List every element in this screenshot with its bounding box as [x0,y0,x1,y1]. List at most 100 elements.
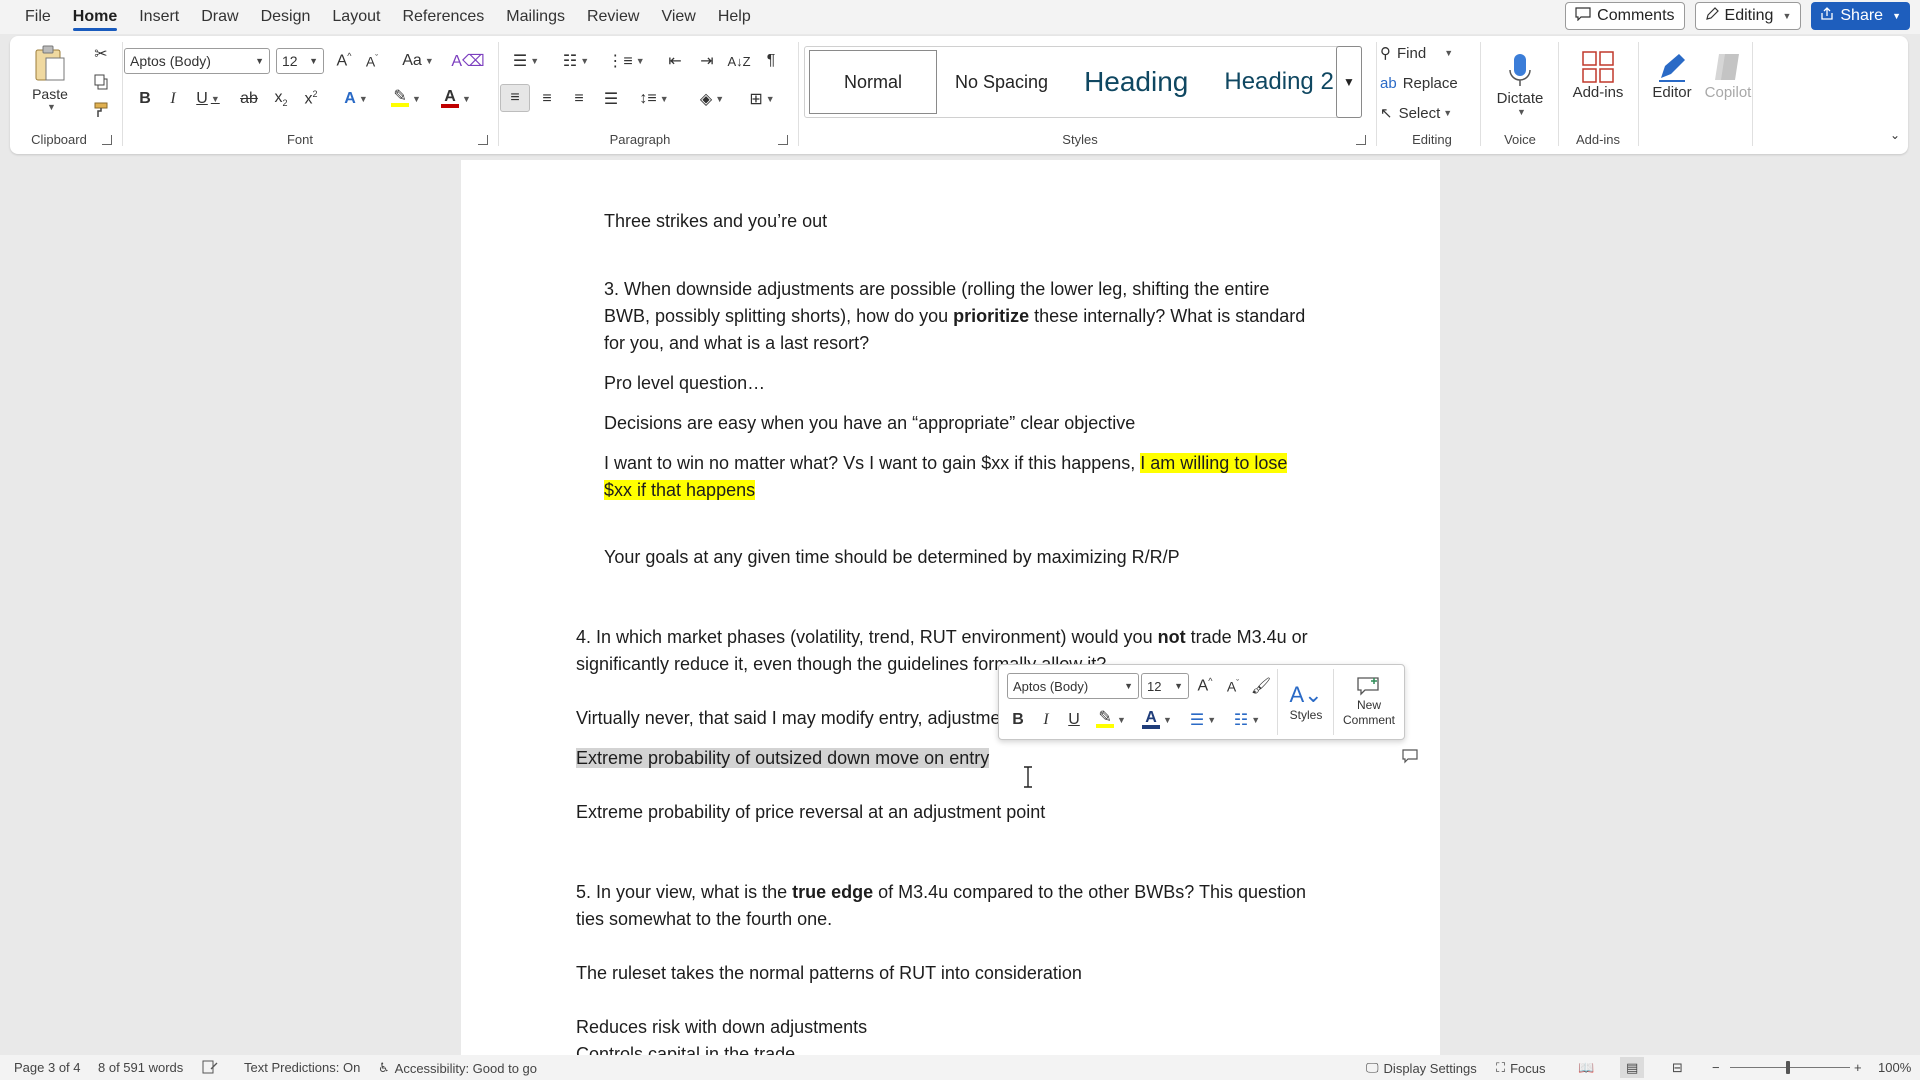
dictate-button[interactable]: Dictate ▼ [1490,40,1550,128]
align-right-button[interactable]: ≡ [566,86,592,112]
decrease-indent-button[interactable]: ⇤ [662,48,688,74]
print-layout-button[interactable]: ▤ [1620,1057,1645,1078]
subscript-button[interactable]: x2 [268,86,294,112]
mini-italic-button[interactable]: I [1035,707,1057,733]
multilevel-list-button[interactable]: ⋮≡ ▼ [604,48,648,74]
paragraph[interactable]: Controls capital in the trade [576,1041,795,1055]
paragraph[interactable]: Your goals at any given time should be d… [604,544,1180,571]
mini-format-painter-button[interactable]: 🖌 [1249,673,1273,699]
find-button[interactable]: ⚲ Find ▼ [1380,40,1472,66]
show-formatting-button[interactable]: ¶ [758,48,784,74]
align-center-button[interactable]: ≡ [534,86,560,112]
mini-underline-button[interactable]: U [1063,707,1085,733]
menu-help[interactable]: Help [707,0,762,34]
text-predictions-status[interactable]: Text Predictions: On [244,1060,360,1075]
paragraph[interactable]: Reduces risk with down adjustments [576,1014,867,1041]
menu-layout[interactable]: Layout [321,0,391,34]
highlight-color-button[interactable]: ✎ ▼ [384,86,428,112]
copy-button[interactable] [88,70,114,94]
menu-view[interactable]: View [650,0,706,34]
zoom-slider-thumb[interactable] [1786,1061,1790,1074]
style-heading-2[interactable]: Heading 2 [1206,50,1351,114]
change-case-button[interactable]: Aa ▼ [398,48,438,74]
menu-references[interactable]: References [391,0,495,34]
font-size-combo[interactable]: 12 ▼ [276,48,324,74]
paragraph[interactable]: 3. When downside adjustments are possibl… [604,276,1305,357]
underline-button[interactable]: U ▼ [190,86,226,112]
menu-review[interactable]: Review [576,0,650,34]
mini-font-name-combo[interactable]: Aptos (Body) ▼ [1007,673,1139,699]
zoom-in-button[interactable]: + [1854,1060,1862,1075]
shading-button[interactable]: ◈ ▼ [690,86,734,112]
grow-font-button[interactable]: A^ [332,48,356,74]
borders-button[interactable]: ⊞ ▼ [740,86,784,112]
replace-button[interactable]: ab Replace [1380,70,1472,96]
paragraph[interactable]: I want to win no matter what? Vs I want … [604,450,1288,504]
mini-numbering-button[interactable]: ☷ ▼ [1227,707,1267,733]
menu-design[interactable]: Design [250,0,322,34]
styles-launcher[interactable] [1356,135,1366,145]
numbering-button[interactable]: ☷ ▼ [554,48,598,74]
increase-indent-button[interactable]: ⇥ [694,48,720,74]
focus-button[interactable]: ⛶ Focus [1496,1060,1546,1076]
clear-formatting-button[interactable]: A⌫ [451,48,484,74]
mini-bold-button[interactable]: B [1007,707,1029,733]
menu-draw[interactable]: Draw [190,0,249,34]
paragraph[interactable]: Decisions are easy when you have an “app… [604,410,1135,437]
paragraph[interactable]: Three strikes and you’re out [604,208,827,235]
collapse-ribbon-button[interactable]: ⌄ [1886,126,1904,144]
page-indicator[interactable]: Page 3 of 4 [14,1060,81,1075]
cut-button[interactable]: ✂ [88,42,114,66]
word-count[interactable]: 8 of 591 words [98,1060,183,1075]
editor-button[interactable]: Editor [1644,40,1700,110]
web-layout-button[interactable]: ⊟ [1672,1060,1683,1076]
mini-highlight-button[interactable]: ✎ ▼ [1091,707,1131,733]
menu-insert[interactable]: Insert [128,0,190,34]
sort-button[interactable]: A↓Z [726,48,752,74]
copilot-button[interactable]: Copilot [1700,40,1756,110]
menu-mailings[interactable]: Mailings [495,0,576,34]
text-effects-button[interactable]: A ▼ [336,86,376,112]
paragraph[interactable]: The ruleset takes the normal patterns of… [576,960,1082,987]
menu-home[interactable]: Home [62,0,128,34]
paragraph[interactable]: 5. In your view, what is the true edge o… [576,879,1306,933]
strikethrough-button[interactable]: ab [236,86,262,112]
line-spacing-button[interactable]: ↕≡ ▼ [632,86,676,112]
paragraph[interactable]: Extreme probability of price reversal at… [576,799,1045,826]
mini-bullets-button[interactable]: ☰ ▼ [1183,707,1223,733]
italic-button[interactable]: I [162,86,184,112]
format-painter-button[interactable] [88,98,114,122]
comments-button[interactable]: Comments [1565,2,1685,30]
comment-marker-icon[interactable] [1401,748,1419,764]
paragraph-launcher[interactable] [778,135,788,145]
zoom-out-button[interactable]: − [1712,1060,1720,1075]
editing-mode-button[interactable]: Editing ▼ [1694,2,1802,30]
style-heading-1[interactable]: Heading [1066,50,1206,114]
style-normal[interactable]: Normal [809,50,937,114]
bold-button[interactable]: B [134,86,156,112]
shrink-font-button[interactable]: Aˇ [360,48,384,74]
styles-more-button[interactable]: ▼ [1336,46,1362,118]
mini-styles-button[interactable]: A⌄ Styles [1281,669,1331,735]
mini-grow-font-button[interactable]: A^ [1193,673,1217,699]
zoom-slider[interactable] [1730,1067,1850,1068]
font-launcher[interactable] [478,135,488,145]
bullets-button[interactable]: ☰ ▼ [504,48,548,74]
clipboard-launcher[interactable] [102,135,112,145]
display-settings-button[interactable]: 🖵 Display Settings [1366,1060,1477,1076]
accessibility-status[interactable]: ♿ Accessibility: Good to go [378,1060,537,1076]
read-mode-button[interactable]: 📖 [1578,1060,1594,1076]
select-button[interactable]: ↖ Select ▼ [1380,100,1472,126]
justify-button[interactable]: ☰ [598,86,624,112]
zoom-level[interactable]: 100% [1878,1060,1911,1075]
mini-shrink-font-button[interactable]: Aˇ [1221,673,1245,699]
paragraph[interactable]: Virtually never, that said I may modify … [576,705,1050,732]
proofing-icon[interactable] [202,1060,218,1074]
style-no-spacing[interactable]: No Spacing [937,50,1066,114]
mini-new-comment-button[interactable]: New Comment [1337,669,1401,735]
mini-font-size-combo[interactable]: 12 ▼ [1141,673,1189,699]
menu-file[interactable]: File [14,0,62,34]
superscript-button[interactable]: x2 [298,86,324,112]
share-button[interactable]: Share ▼ [1811,2,1910,30]
font-color-button[interactable]: A ▼ [434,86,478,112]
